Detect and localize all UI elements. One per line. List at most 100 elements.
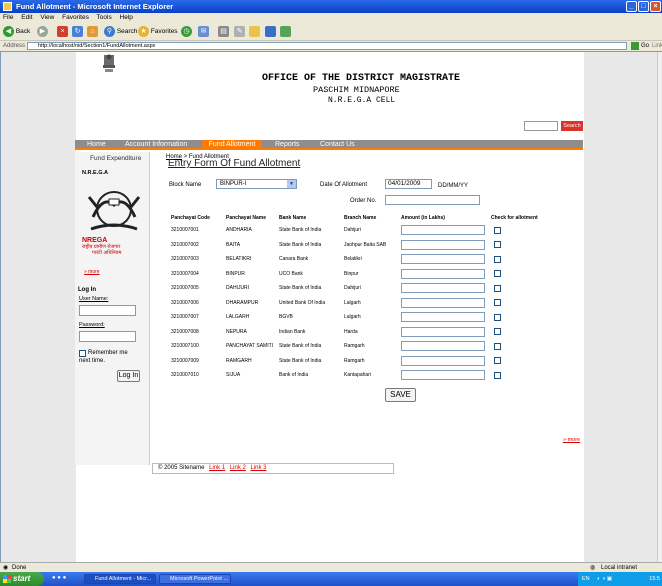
edit-button[interactable]: ✎ (234, 25, 245, 38)
footer-link-3[interactable]: Link 3 (251, 465, 267, 471)
cell-bank-name: State Bank of India (279, 357, 322, 364)
history-button[interactable]: ◷ (181, 25, 192, 38)
nav-reports[interactable]: Reports (275, 140, 300, 150)
amount-input[interactable] (401, 355, 485, 366)
maximize-button[interactable]: □ (638, 1, 649, 12)
close-button[interactable]: × (650, 1, 661, 12)
amount-input[interactable] (401, 268, 485, 279)
block-name-label: Block Name (169, 182, 202, 188)
office-title: OFFICE OF THE DISTRICT MAGISTRATE (262, 73, 461, 84)
refresh-button[interactable]: ↻ (72, 25, 83, 38)
amount-input[interactable] (401, 341, 485, 352)
start-button[interactable]: start (0, 572, 44, 586)
chevron-down-icon[interactable]: ▼ (287, 180, 296, 188)
quicklaunch-icons[interactable]: ● ● ● (52, 575, 66, 581)
cell-panchayat-code: 3210007007 (171, 314, 199, 321)
nav-contact-us[interactable]: Contact Us (320, 140, 355, 150)
password-input[interactable] (79, 331, 136, 342)
home-icon: ⌂ (87, 25, 98, 37)
amount-input[interactable] (401, 297, 485, 308)
allotment-checkbox[interactable] (494, 255, 501, 263)
nav-fund-allotment[interactable]: Fund Allotment (202, 140, 262, 150)
search-button[interactable]: ⚲ Search (104, 25, 137, 38)
header-search-input[interactable] (524, 121, 558, 131)
menu-view[interactable]: View (40, 14, 54, 21)
menu-help[interactable]: Help (120, 14, 133, 21)
allotment-table: Panchayat Code Panchayat Name Bank Name … (169, 213, 547, 383)
save-button[interactable]: SAVE (385, 388, 416, 402)
menu-tools[interactable]: Tools (97, 14, 112, 21)
allotment-checkbox[interactable] (494, 299, 501, 307)
mail-icon: ✉ (198, 25, 209, 37)
minimize-button[interactable]: _ (626, 1, 637, 12)
messenger-button[interactable] (265, 25, 276, 38)
stop-button[interactable]: × (57, 25, 68, 38)
window-titlebar: Fund Allotment - Microsoft Internet Expl… (0, 0, 662, 13)
go-button[interactable]: Go (641, 41, 649, 51)
amount-input[interactable] (401, 312, 485, 323)
research-icon (280, 25, 291, 37)
header-search-button[interactable]: Search (561, 121, 583, 131)
nav-home[interactable]: Home (87, 140, 106, 150)
favorites-button[interactable]: ★ Favorites (138, 25, 178, 38)
allotment-checkbox[interactable] (494, 226, 501, 234)
nrega-text: NREGA राष्ट्रीय ग्रामीण रोजगार गारंटी अध… (82, 237, 122, 256)
sidebar-more-link[interactable]: » more (84, 269, 100, 275)
tray-icons[interactable]: ◐ ◑ ▣ (597, 576, 612, 582)
cell-panchayat-name: BINPUR (226, 270, 245, 277)
research-button[interactable] (280, 25, 291, 38)
print-button[interactable]: ▤ (218, 25, 229, 38)
forward-button[interactable]: ▶ (37, 25, 48, 38)
order-no-input[interactable] (385, 195, 480, 205)
cell-amount (399, 238, 489, 253)
taskbar-item-powerpoint[interactable]: Microsoft PowerPoint ... (159, 574, 231, 584)
remember-me-checkbox[interactable] (79, 350, 86, 357)
table-row: 3210007009 RAMGARH State Bank of India Ramg… (169, 354, 547, 369)
footer: © 2005 Sitename Link 1 Link 2 Link 3 (152, 463, 394, 474)
taskbar-item-fund-allotment[interactable]: Fund Allotment - Micr... (84, 574, 156, 584)
cell-name: N.R.E.G.A CELL (328, 96, 396, 105)
allotment-checkbox[interactable] (494, 371, 501, 379)
print-icon: ▤ (218, 25, 229, 37)
menu-file[interactable]: File (3, 14, 13, 21)
go-arrow-icon[interactable] (631, 42, 639, 50)
links-label[interactable]: Links (652, 41, 662, 51)
amount-input[interactable] (401, 225, 485, 236)
nav-account-information[interactable]: Account Information (125, 140, 187, 150)
amount-input[interactable] (401, 239, 485, 250)
allotment-checkbox[interactable] (494, 270, 501, 278)
block-name-select[interactable]: BINPUR-I ▼ (216, 179, 297, 189)
amount-input[interactable] (401, 254, 485, 265)
cell-amount (399, 339, 489, 354)
back-button[interactable]: ◀ Back (3, 25, 30, 38)
amount-input[interactable] (401, 283, 485, 294)
allotment-checkbox[interactable] (494, 284, 501, 292)
date-of-allotment-input[interactable]: 04/01/2009 (385, 179, 432, 189)
home-button[interactable]: ⌂ (87, 25, 98, 38)
scrollbar[interactable] (657, 52, 662, 563)
username-input[interactable] (79, 305, 136, 316)
search-icon: ⚲ (104, 25, 115, 37)
amount-input[interactable] (401, 326, 485, 337)
form-title: Entry Form Of Fund Allotment (168, 158, 301, 169)
allotment-checkbox[interactable] (494, 357, 501, 365)
table-row: 3210007006 DHARAMPUR United Bank Of India L… (169, 296, 547, 311)
footer-link-2[interactable]: Link 2 (230, 465, 246, 471)
allotment-checkbox[interactable] (494, 328, 501, 336)
cell-panchayat-code: 3210007005 (171, 285, 199, 292)
discuss-button[interactable] (249, 25, 260, 38)
allotment-checkbox[interactable] (494, 313, 501, 321)
allotment-checkbox[interactable] (494, 241, 501, 249)
amount-input[interactable] (401, 370, 485, 381)
address-input[interactable]: http://localhost/nid/Section1/FundAllotm… (27, 42, 627, 50)
menu-favorites[interactable]: Favorites (62, 14, 89, 21)
menu-edit[interactable]: Edit (21, 14, 32, 21)
remember-me-label-2: next time. (79, 358, 106, 364)
form-more-link[interactable]: » more (563, 437, 580, 443)
login-button[interactable]: Log In (117, 370, 140, 382)
allotment-checkbox[interactable] (494, 342, 501, 350)
cell-branch-name: Ramgarh (344, 357, 365, 364)
footer-link-1[interactable]: Link 1 (209, 465, 225, 471)
mail-button[interactable]: ✉ (198, 25, 209, 38)
cell-panchayat-name: RAMGARH (226, 357, 252, 364)
